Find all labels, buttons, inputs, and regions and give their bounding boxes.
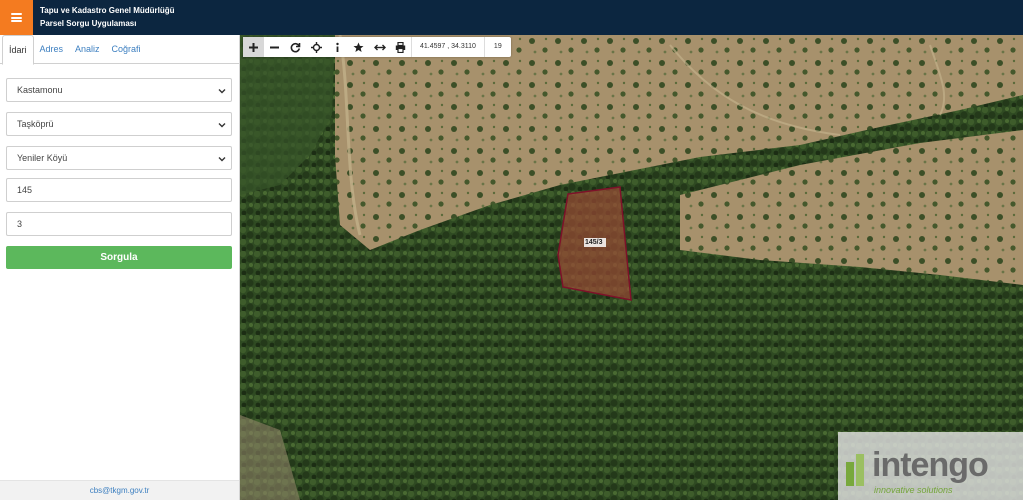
logo-word: intengo	[872, 446, 989, 484]
print-button[interactable]	[390, 37, 411, 57]
province-select[interactable]: Kastamonu	[6, 78, 232, 102]
parcel-input[interactable]: 3	[6, 212, 232, 236]
satellite-imagery	[240, 35, 1023, 500]
zoom-level: 19	[483, 37, 511, 57]
block-input-value: 145	[17, 185, 33, 195]
tab-cografi[interactable]: Coğrafi	[106, 35, 147, 64]
app-title-line1: Tapu ve Kadastro Genel Müdürlüğü	[40, 6, 175, 15]
zoom-out-icon	[270, 46, 279, 48]
intengo-logo: intengo innovative solutions	[838, 432, 1023, 500]
province-select-value: Kastamonu	[17, 85, 63, 95]
hamburger-icon	[11, 13, 22, 22]
locate-icon	[311, 41, 322, 53]
block-input[interactable]: 145	[6, 178, 232, 202]
parcel-label: 145/3	[585, 239, 603, 246]
info-button[interactable]	[327, 37, 348, 57]
map-view[interactable]: 145/3 41.4597 , 34.3110 19 intengo innov…	[240, 35, 1023, 500]
app-title: Tapu ve Kadastro Genel Müdürlüğü Parsel …	[40, 4, 175, 30]
intengo-mark-icon	[846, 454, 864, 486]
chevron-down-icon	[218, 89, 226, 94]
sidebar-footer: cbs@tkgm.gov.tr	[0, 480, 239, 500]
chevron-down-icon	[218, 123, 226, 128]
query-button[interactable]: Sorgula	[6, 246, 232, 269]
tab-adres[interactable]: Adres	[34, 35, 70, 64]
top-header: Tapu ve Kadastro Genel Müdürlüğü Parsel …	[0, 0, 1023, 35]
neighborhood-select-value: Yeniler Köyü	[17, 153, 68, 163]
refresh-button[interactable]	[285, 37, 306, 57]
star-icon	[353, 42, 364, 52]
zoom-in-button[interactable]	[243, 37, 264, 57]
app-title-line2: Parsel Sorgu Uygulaması	[40, 19, 137, 28]
info-icon	[336, 42, 339, 52]
neighborhood-select[interactable]: Yeniler Köyü	[6, 146, 232, 170]
tab-analiz[interactable]: Analiz	[69, 35, 106, 64]
map-toolbar: 41.4597 , 34.3110 19	[243, 37, 511, 57]
chevron-down-icon	[218, 157, 226, 162]
district-select-value: Taşköprü	[17, 119, 54, 129]
app-root: Tapu ve Kadastro Genel Müdürlüğü Parsel …	[0, 0, 1023, 500]
favorite-button[interactable]	[348, 37, 369, 57]
measure-button[interactable]	[369, 37, 390, 57]
menu-button[interactable]	[0, 0, 33, 35]
zoom-in-icon	[249, 42, 258, 52]
coordinate-readout: 41.4597 , 34.3110	[411, 37, 484, 57]
contact-email-link[interactable]: cbs@tkgm.gov.tr	[90, 486, 150, 495]
tab-idari[interactable]: İdari	[2, 35, 34, 65]
zoom-out-button[interactable]	[264, 37, 285, 57]
district-select[interactable]: Taşköprü	[6, 112, 232, 136]
logo-tagline: innovative solutions	[874, 485, 953, 495]
refresh-icon	[290, 42, 301, 52]
measure-icon	[373, 44, 386, 50]
print-icon	[395, 41, 406, 53]
locate-button[interactable]	[306, 37, 327, 57]
parcel-input-value: 3	[17, 219, 23, 229]
sidebar: İdari Adres Analiz Coğrafi Kastamonu Taş…	[0, 35, 240, 500]
sidebar-tabs: İdari Adres Analiz Coğrafi	[0, 35, 239, 65]
